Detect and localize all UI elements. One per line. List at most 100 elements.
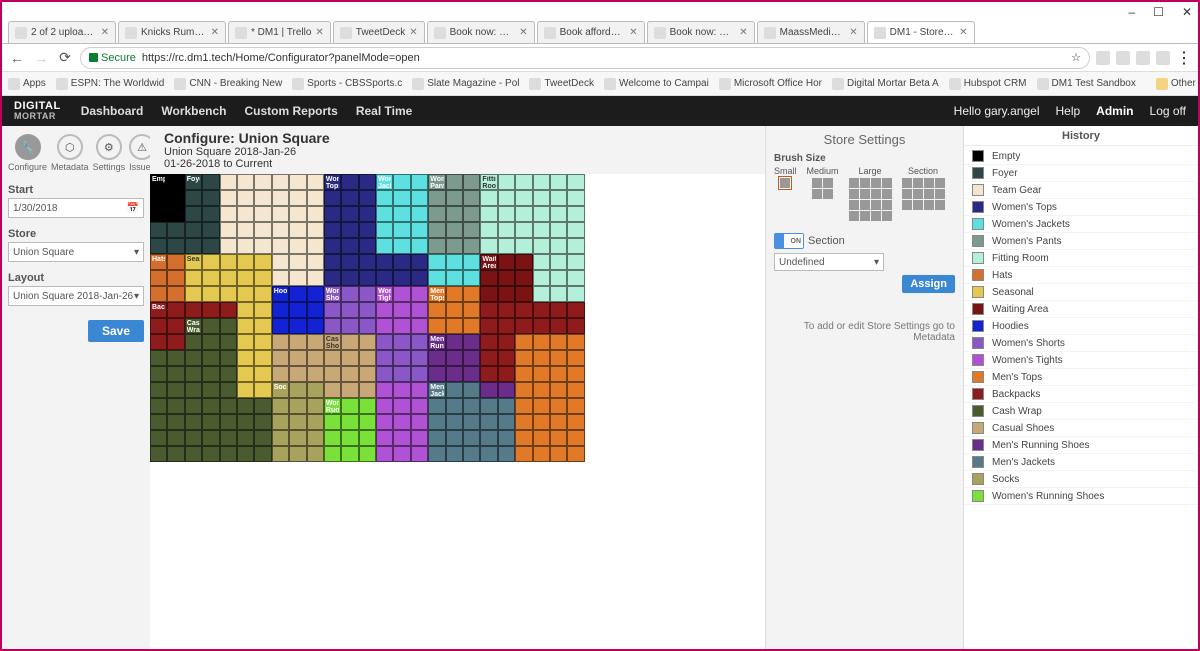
layout-select[interactable]: Union Square 2018-Jan-26▾ [8,286,144,306]
legend-item[interactable]: Hats [964,267,1198,284]
map-cell[interactable] [185,286,202,302]
map-cell[interactable]: Women's Jackets [376,174,393,190]
legend-item[interactable]: Waiting Area [964,301,1198,318]
map-cell[interactable] [359,286,376,302]
map-cell[interactable] [480,334,497,350]
map-cell[interactable] [428,350,445,366]
map-cell[interactable] [185,366,202,382]
map-cell[interactable] [533,318,550,334]
map-cell[interactable] [254,302,271,318]
map-cell[interactable] [289,334,306,350]
map-cell[interactable] [324,382,341,398]
map-cell[interactable] [515,430,532,446]
bookmark-item[interactable]: ESPN: The Worldwid [56,78,165,90]
map-cell[interactable]: Men's Jackets [428,382,445,398]
map-cell[interactable] [324,302,341,318]
legend-item[interactable]: Women's Pants [964,233,1198,250]
map-cell[interactable] [167,286,184,302]
map-cell[interactable]: Men's Running Shoes [428,334,445,350]
map-cell[interactable] [307,382,324,398]
map-cell[interactable] [185,430,202,446]
map-cell[interactable] [202,350,219,366]
map-cell[interactable] [307,222,324,238]
map-cell[interactable] [341,254,358,270]
map-cell[interactable] [167,430,184,446]
map-cell[interactable] [150,190,167,206]
nav-item[interactable]: Real Time [356,104,412,118]
map-cell[interactable] [463,302,480,318]
map-cell[interactable] [167,254,184,270]
map-cell[interactable] [463,318,480,334]
tab-close-icon[interactable]: ✕ [101,27,109,38]
map-cell[interactable] [376,318,393,334]
map-cell[interactable] [515,222,532,238]
map-cell[interactable] [167,350,184,366]
brush-large[interactable]: Large [849,166,892,221]
map-cell[interactable] [324,254,341,270]
map-cell[interactable] [550,430,567,446]
map-cell[interactable] [202,254,219,270]
map-cell[interactable] [480,222,497,238]
legend-item[interactable]: Backpacks [964,386,1198,403]
map-cell[interactable] [515,350,532,366]
map-cell[interactable] [150,270,167,286]
map-cell[interactable] [515,302,532,318]
map-cell[interactable] [289,222,306,238]
store-map-grid[interactable]: EmptyFoyerWomen's TopsWomen's JacketsWom… [150,174,765,462]
map-cell[interactable] [202,286,219,302]
map-cell[interactable] [220,334,237,350]
map-cell[interactable] [411,382,428,398]
map-cell[interactable] [463,446,480,462]
map-cell[interactable] [446,446,463,462]
map-cell[interactable] [237,302,254,318]
map-cell[interactable] [550,366,567,382]
bookmark-item[interactable]: Sports - CBSSports.c [292,78,402,90]
map-cell[interactable] [498,254,515,270]
map-cell[interactable] [515,446,532,462]
map-cell[interactable]: Socks [272,382,289,398]
map-cell[interactable] [359,334,376,350]
map-cell[interactable] [498,302,515,318]
map-cell[interactable] [185,414,202,430]
map-cell[interactable] [463,254,480,270]
legend-item[interactable]: Women's Tights [964,352,1198,369]
map-cell[interactable] [167,238,184,254]
map-cell[interactable] [393,286,410,302]
map-cell[interactable] [220,414,237,430]
legend-item[interactable]: Men's Jackets [964,454,1198,471]
map-cell[interactable] [150,398,167,414]
map-cell[interactable] [515,414,532,430]
map-cell[interactable] [428,206,445,222]
map-cell[interactable] [359,318,376,334]
map-cell[interactable] [167,398,184,414]
map-cell[interactable] [498,398,515,414]
map-cell[interactable] [237,238,254,254]
map-cell[interactable] [428,222,445,238]
map-cell[interactable] [202,366,219,382]
map-cell[interactable] [376,446,393,462]
map-cell[interactable] [220,350,237,366]
map-cell[interactable] [254,350,271,366]
map-cell[interactable] [376,302,393,318]
map-cell[interactable] [515,254,532,270]
map-cell[interactable] [359,254,376,270]
map-cell[interactable] [498,190,515,206]
map-cell[interactable] [550,254,567,270]
map-cell[interactable] [550,206,567,222]
map-cell[interactable] [185,238,202,254]
tool-metadata[interactable]: ⬡Metadata [51,132,89,174]
map-cell[interactable] [341,446,358,462]
map-cell[interactable] [463,430,480,446]
map-cell[interactable] [185,190,202,206]
map-cell[interactable] [202,446,219,462]
map-cell[interactable]: Women's Running Shoes [324,398,341,414]
map-cell[interactable] [393,398,410,414]
map-cell[interactable] [167,366,184,382]
map-cell[interactable] [428,318,445,334]
legend-item[interactable]: Socks [964,471,1198,488]
map-cell[interactable] [393,382,410,398]
map-cell[interactable] [237,382,254,398]
map-cell[interactable] [411,270,428,286]
map-cell[interactable] [359,414,376,430]
map-cell[interactable] [237,414,254,430]
